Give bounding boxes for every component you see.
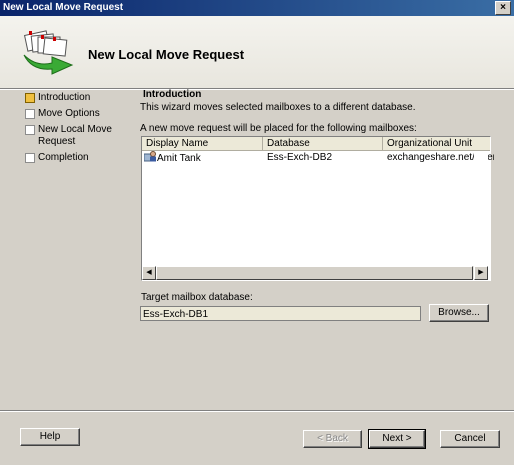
table-row[interactable]: Amit Tank Ess-Exch-DB2 exchangeshare.net… [142,151,494,165]
cell-database: Ess-Exch-DB2 [267,152,333,163]
pending-step-icon [25,153,35,163]
step-label: New Local Move Request [38,124,112,147]
horizontal-scrollbar[interactable]: ◀ ▶ [142,266,488,280]
step-label: Move Options [38,108,100,119]
mailbox-list[interactable]: Display Name Database Organizational Uni… [141,136,494,281]
banner-title: New Local Move Request [88,47,245,62]
step-label: Completion [38,152,89,163]
column-display-name[interactable]: Display Name [142,137,263,150]
wizard-description: This wizard moves selected mailboxes to … [140,102,416,113]
column-organizational-unit[interactable]: Organizational Unit [383,137,490,150]
wizard-steps: Introduction Move Options New Local Move… [25,92,135,168]
vertical-scrollbar[interactable] [474,151,488,266]
column-database[interactable]: Database [263,137,383,150]
browse-button[interactable]: Browse... [429,304,489,322]
pending-step-icon [25,125,35,135]
help-button[interactable]: Help [20,428,80,446]
step-introduction: Introduction [25,92,135,108]
scroll-right-icon[interactable]: ▶ [474,266,488,280]
scroll-left-icon[interactable]: ◀ [142,266,156,280]
back-button[interactable]: < Back [303,430,362,448]
banner-divider [0,88,514,90]
step-label: Introduction [38,92,91,103]
close-button[interactable]: × [495,1,511,15]
target-database-field[interactable]: Ess-Exch-DB1 [140,306,421,321]
list-caption: A new move request will be placed for th… [140,123,417,134]
wizard-window: New Local Move Request × New Local Move … [0,0,514,465]
cell-display-name: Amit Tank [144,151,263,165]
wizard-banner: New Local Move Request [0,16,514,88]
move-mailbox-wizard-icon [23,30,74,75]
pending-step-icon [25,109,35,119]
step-new-local-move-request: New Local Move Request [25,124,135,152]
target-database-label: Target mailbox database: [141,292,253,303]
section-title: Introduction [143,89,202,100]
scroll-thumb[interactable] [156,266,473,280]
window-title: New Local Move Request [3,2,124,13]
next-button[interactable]: Next > [368,429,426,449]
cancel-button[interactable]: Cancel [440,430,500,448]
step-completion: Completion [25,152,135,168]
list-header: Display Name Database Organizational Uni… [142,137,490,151]
step-move-options: Move Options [25,108,135,124]
footer-divider [0,410,514,412]
title-bar[interactable]: New Local Move Request × [0,0,514,16]
mailbox-user-icon [144,151,156,162]
display-name-value: Amit Tank [157,153,201,164]
active-step-icon [25,93,35,103]
